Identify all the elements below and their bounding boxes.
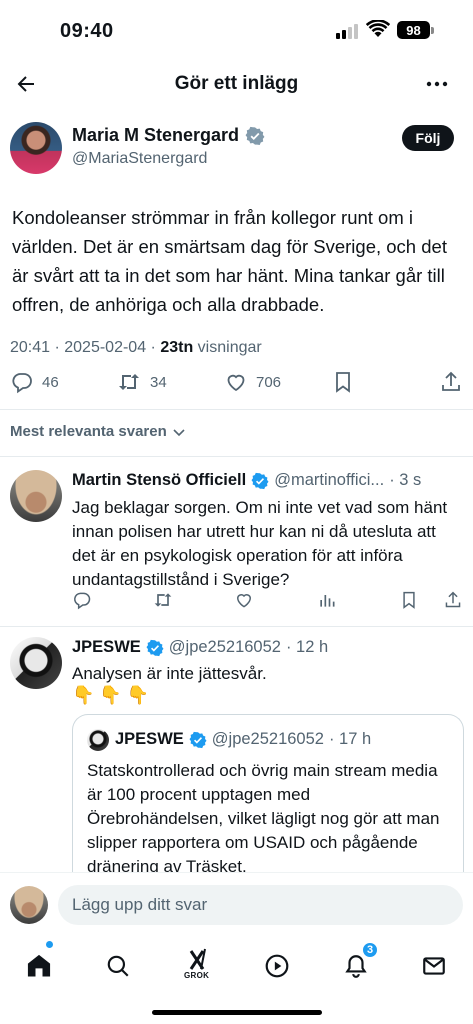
battery-tip (431, 27, 434, 34)
reply-avatar[interactable] (10, 470, 62, 522)
home-icon (27, 954, 51, 977)
wifi-icon (366, 20, 390, 37)
reply-count: 46 (42, 373, 59, 391)
home-indicator (152, 1010, 322, 1015)
reply-composer: Lägg upp ditt svar (0, 872, 473, 936)
quoted-author-name: JPESWE (115, 730, 184, 748)
mail-icon (423, 957, 445, 975)
post-meta: 20:41 · 2025-02-04 · 23tn visningar (10, 339, 262, 357)
verified-badge-icon (189, 731, 207, 748)
heart-icon[interactable] (234, 590, 254, 610)
grok-icon (189, 948, 206, 970)
grok-label: GROK (184, 971, 210, 980)
repost-icon (119, 374, 139, 390)
post-text: Kondoleanser strömmar in från kollegor r… (12, 207, 447, 315)
reply-actions (72, 590, 464, 614)
nav-messages[interactable] (414, 946, 454, 986)
quoted-post[interactable]: JPESWE @jpe25216052 · 17 h Statskontroll… (72, 714, 464, 894)
status-time: 09:40 (60, 20, 114, 42)
views-label: visningar (193, 339, 262, 356)
comment-icon[interactable] (72, 590, 92, 610)
home-unread-dot (46, 941, 53, 948)
quoted-time: · 17 h (328, 730, 372, 748)
more-options-button[interactable] (421, 68, 453, 100)
heart-icon (227, 374, 245, 392)
reply-author-handle[interactable]: @martinoffici... (274, 471, 384, 490)
author-name-row[interactable]: Maria M Stenergard (72, 125, 265, 146)
comment-icon (12, 373, 32, 394)
page-title: Gör ett inlägg (174, 73, 299, 94)
share-icon[interactable] (444, 590, 462, 610)
play-circle-icon (265, 954, 289, 978)
battery-indicator: 98 (397, 21, 430, 39)
divider (0, 626, 473, 627)
reply-time: · 3 s (389, 471, 422, 489)
search-icon (107, 955, 129, 977)
bookmark-button[interactable] (332, 370, 354, 394)
reply-input[interactable]: Lägg upp ditt svar (58, 885, 463, 925)
reply-author-handle[interactable]: @jpe25216052 (169, 638, 281, 657)
verified-badge-icon (251, 472, 269, 489)
status-bar: 09:40 98 (0, 0, 473, 62)
divider (0, 456, 473, 457)
divider (0, 409, 473, 410)
follow-button[interactable]: Följ (402, 125, 454, 151)
like-count: 706 (256, 373, 282, 391)
reply-text: Jag beklagar sorgen. Om ni inte vet vad … (72, 498, 448, 589)
verified-badge-icon (245, 126, 265, 145)
reply-avatar[interactable] (10, 637, 62, 689)
analytics-icon[interactable] (317, 590, 337, 610)
share-icon (442, 371, 460, 391)
quoted-author-handle: @jpe25216052 (211, 730, 324, 748)
views-count: 23tn (160, 339, 194, 356)
sort-replies-dropdown[interactable]: Mest relevanta svaren (10, 423, 187, 440)
bookmark-icon[interactable] (400, 590, 418, 610)
reply-author-name[interactable]: Martin Stensö Officiell (72, 471, 246, 490)
chevron-down-icon (173, 428, 185, 436)
reply-header: JPESWE @jpe25216052 · 12 h (72, 638, 328, 657)
quoted-author-avatar (87, 729, 109, 751)
nav-home[interactable] (19, 946, 59, 986)
author-name[interactable]: Maria M Stenergard (72, 125, 239, 146)
reply-time: · 12 h (285, 638, 329, 656)
repost-icon[interactable] (152, 590, 174, 610)
reply-author-name[interactable]: JPESWE (72, 638, 141, 657)
user-avatar[interactable] (10, 886, 48, 924)
sort-label: Mest relevanta svaren (10, 423, 167, 440)
verified-badge-icon (146, 639, 164, 656)
quoted-text: Statskontrollerad och övrig main stream … (87, 761, 440, 876)
share-button[interactable] (440, 370, 462, 394)
reply-emoji: 👇 👇 👇 (72, 685, 150, 705)
bookmark-icon (336, 372, 350, 393)
cellular-signal-icon (336, 23, 360, 39)
author-avatar[interactable] (10, 122, 62, 174)
reply-header: Martin Stensö Officiell @martinoffici...… (72, 471, 421, 490)
reply-button[interactable]: 46 (10, 370, 59, 394)
nav-search[interactable] (98, 946, 138, 986)
repost-count: 34 (150, 373, 167, 391)
nav-video[interactable] (257, 946, 297, 986)
like-button[interactable]: 706 (224, 370, 281, 394)
top-header: Gör ett inlägg (0, 62, 473, 106)
author-handle[interactable]: @MariaStenergard (72, 150, 207, 168)
quoted-header: JPESWE @jpe25216052 · 17 h (115, 730, 371, 749)
post-timestamp[interactable]: 20:41 · 2025-02-04 · (10, 339, 160, 356)
repost-button[interactable]: 34 (116, 370, 167, 394)
notification-badge: 3 (362, 942, 378, 958)
more-horizontal-icon (426, 81, 448, 87)
post-actions: 46 34 706 (0, 370, 473, 400)
